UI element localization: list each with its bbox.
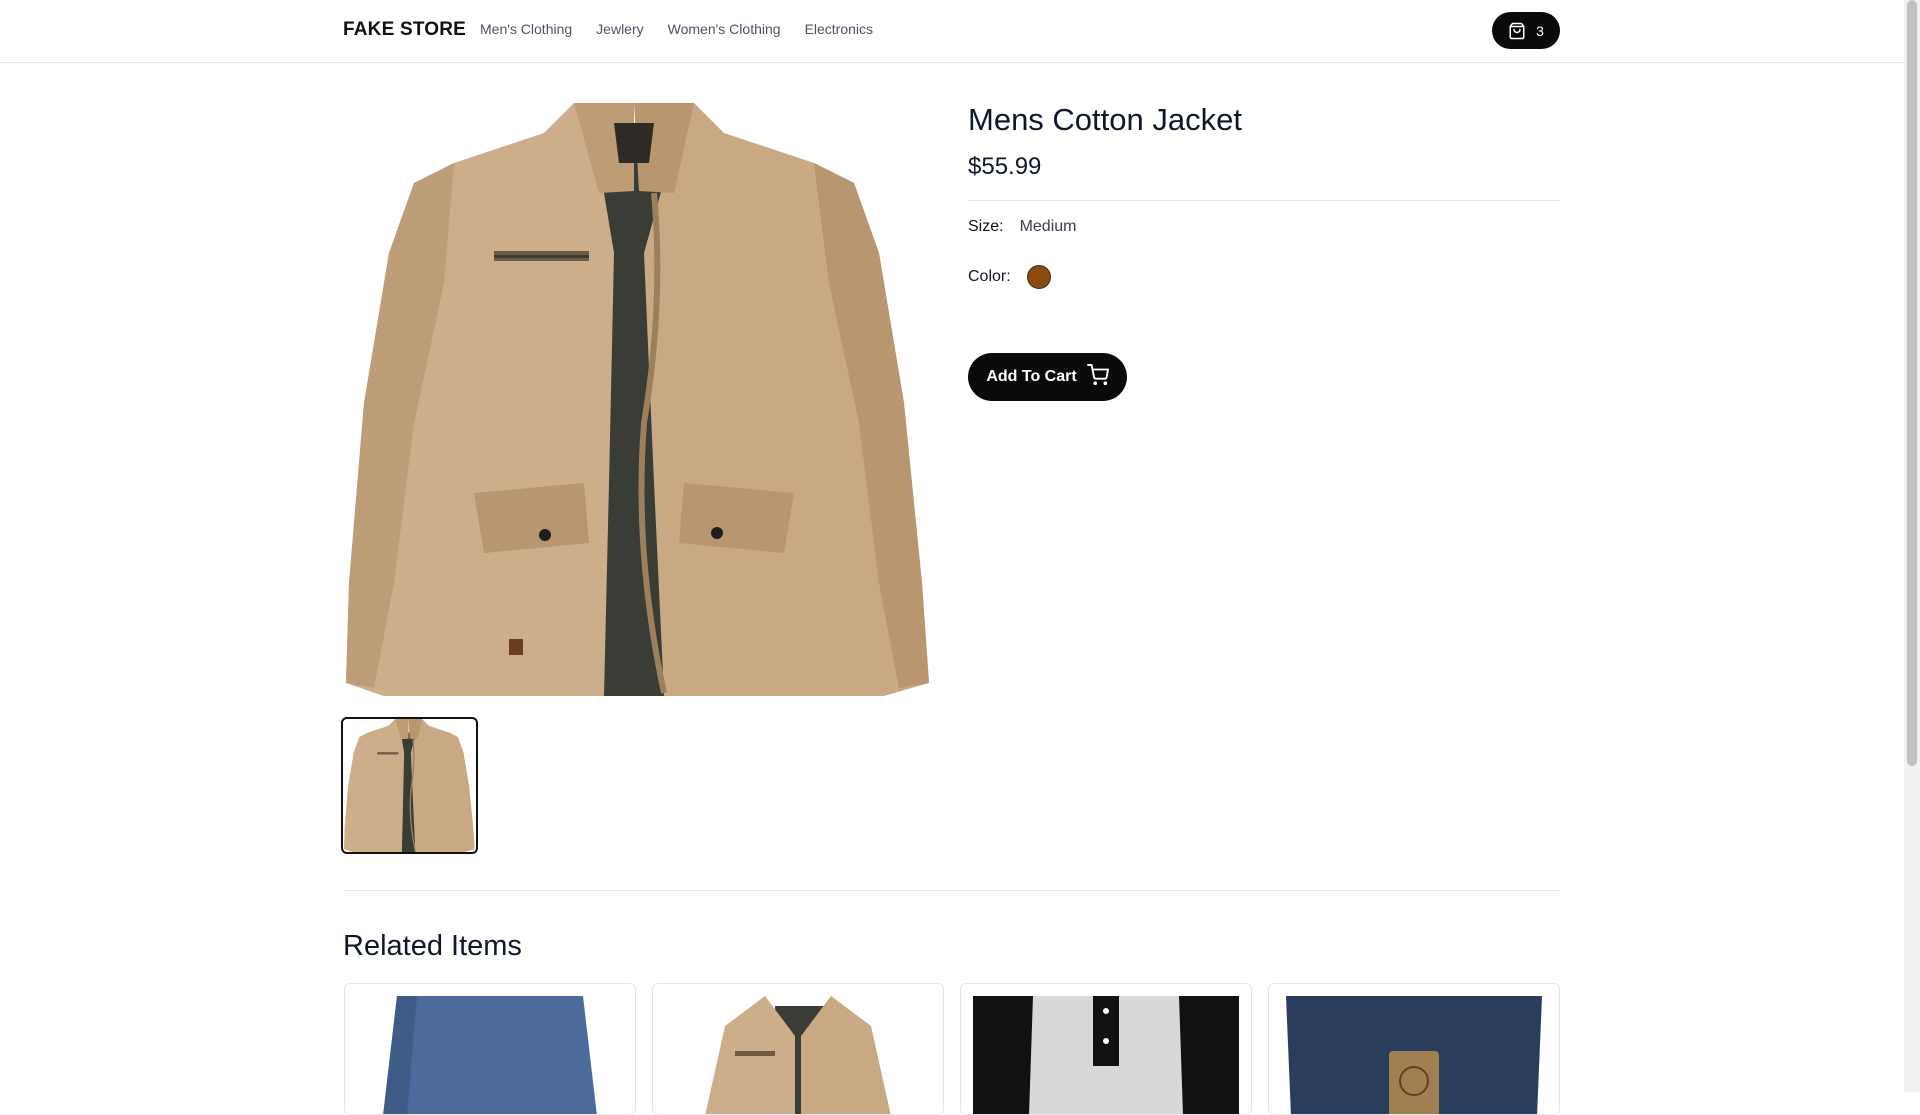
jacket-thumbnail-illustration xyxy=(344,719,475,852)
color-row: Color: xyxy=(968,265,1051,289)
cart-count: 3 xyxy=(1536,22,1544,39)
blue-shirt-image xyxy=(357,996,623,1114)
cart-button[interactable]: 3 xyxy=(1492,12,1560,49)
jacket-illustration xyxy=(346,103,929,696)
related-items-heading: Related Items xyxy=(343,930,522,962)
shopping-bag-icon xyxy=(1508,22,1526,40)
backpack-image xyxy=(1281,996,1547,1114)
nav-jewelery[interactable]: Jewlery xyxy=(596,21,643,37)
size-value: Medium xyxy=(1019,218,1077,235)
related-card[interactable] xyxy=(1268,983,1560,1115)
nav-womens-clothing[interactable]: Women's Clothing xyxy=(668,21,781,37)
product-title: Mens Cotton Jacket xyxy=(968,102,1242,137)
related-card[interactable] xyxy=(652,983,944,1115)
scrollbar-thumb[interactable] xyxy=(1907,0,1917,766)
nav-mens-clothing[interactable]: Men's Clothing xyxy=(480,21,572,37)
related-card[interactable] xyxy=(960,983,1252,1115)
product-main-image xyxy=(344,103,932,696)
main-nav: Men's Clothing Jewlery Women's Clothing … xyxy=(480,21,873,37)
color-swatch[interactable] xyxy=(1026,265,1051,289)
shopping-cart-icon xyxy=(1086,363,1109,391)
site-header: FAKE STORE Men's Clothing Jewlery Women'… xyxy=(0,0,1904,63)
page-scrollbar[interactable] xyxy=(1904,0,1920,1092)
size-row: Size: Medium xyxy=(968,218,1076,236)
size-label: Size: xyxy=(968,218,1004,235)
related-card[interactable] xyxy=(344,983,636,1115)
product-thumbnail[interactable] xyxy=(341,717,478,854)
raglan-tee-image xyxy=(973,996,1239,1114)
product-price: $55.99 xyxy=(968,153,1042,180)
info-divider xyxy=(968,200,1560,201)
section-divider xyxy=(344,890,1560,891)
cotton-jacket-image xyxy=(665,996,931,1114)
nav-electronics[interactable]: Electronics xyxy=(805,21,873,37)
color-label: Color: xyxy=(968,268,1011,285)
store-logo[interactable]: FAKE STORE xyxy=(343,19,466,41)
add-to-cart-button[interactable]: Add To Cart xyxy=(968,353,1127,401)
add-to-cart-label: Add To Cart xyxy=(986,368,1077,385)
